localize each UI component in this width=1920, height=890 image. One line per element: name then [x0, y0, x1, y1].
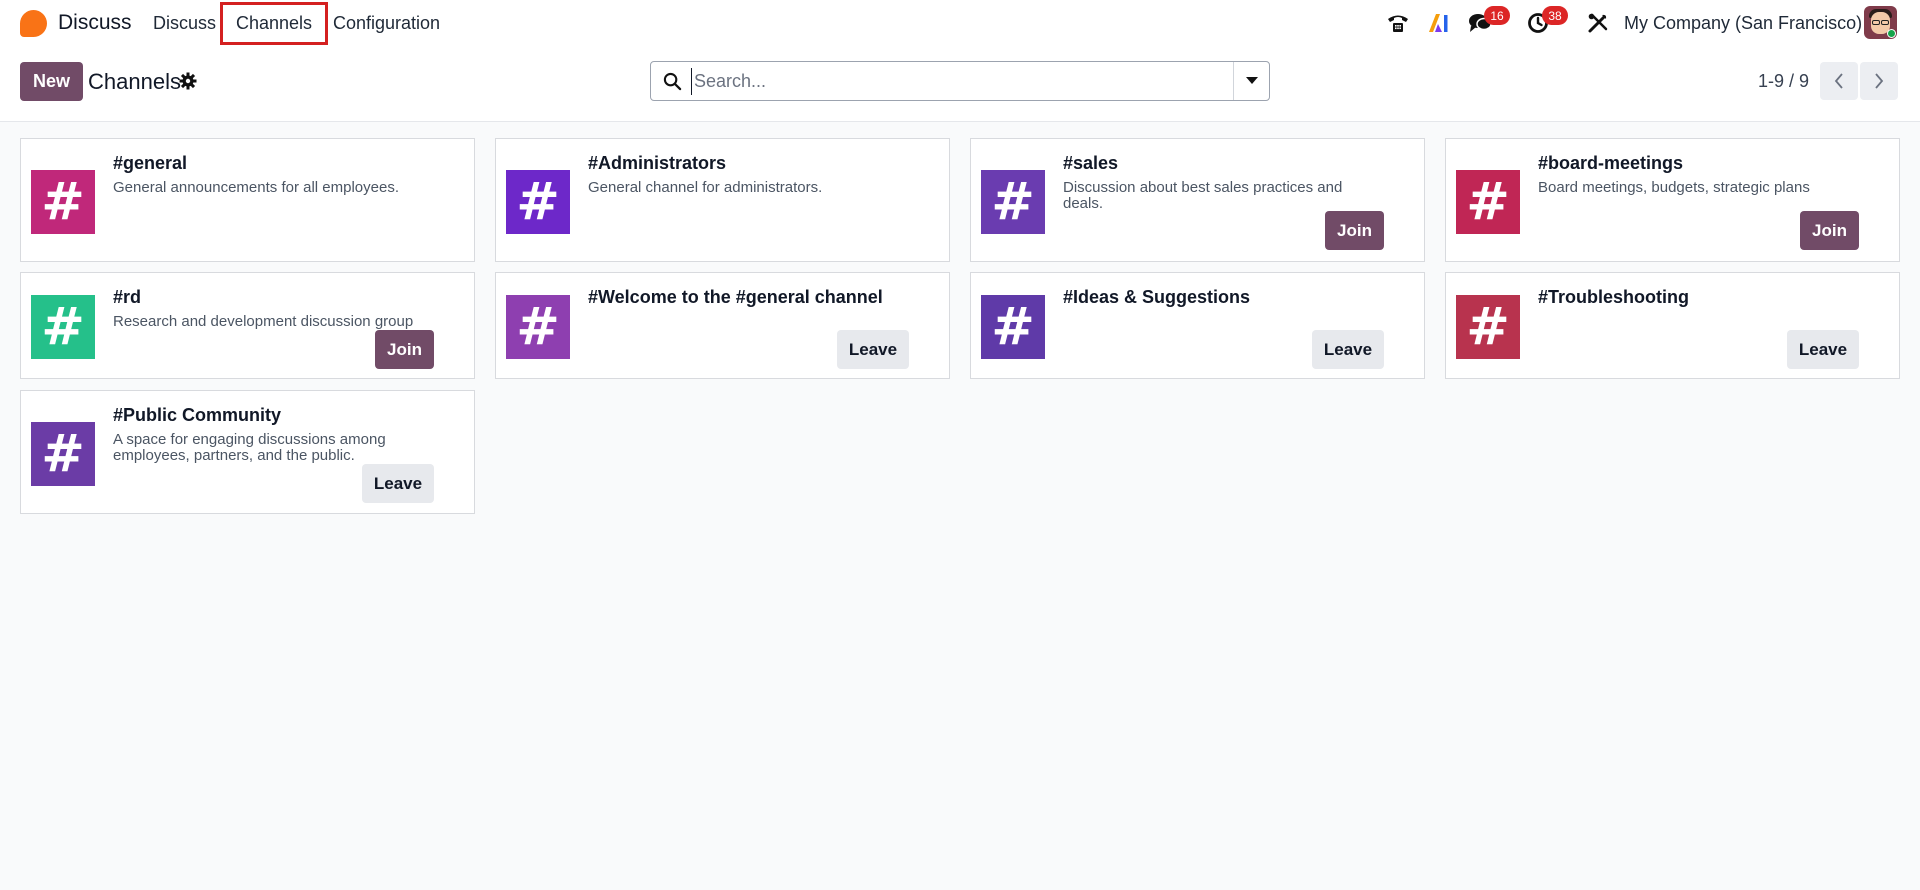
search-input[interactable] — [691, 68, 1191, 95]
leave-button[interactable]: Leave — [1787, 330, 1859, 369]
channel-card[interactable]: # #Welcome to the #general channel Leave — [495, 272, 950, 379]
hashtag-icon: # — [1456, 295, 1520, 359]
control-panel: New Channels 1-9 / 9 — [0, 45, 1920, 122]
join-button[interactable]: Join — [375, 330, 434, 369]
hashtag-icon: # — [31, 422, 95, 486]
join-button[interactable]: Join — [1325, 211, 1384, 250]
channel-name: #rd — [113, 287, 142, 307]
channel-description: Research and development discussion grou… — [113, 313, 414, 330]
search-box — [650, 61, 1270, 101]
company-switcher[interactable]: My Company (San Francisco) — [1624, 13, 1862, 34]
leave-button[interactable]: Leave — [837, 330, 909, 369]
search-options-toggle[interactable] — [1233, 62, 1269, 100]
channel-card[interactable]: # #board-meetings Board meetings, budget… — [1445, 138, 1900, 262]
gear-icon[interactable] — [179, 72, 197, 90]
channel-card[interactable]: # #Troubleshooting Leave — [1445, 272, 1900, 379]
channel-name: #sales — [1063, 153, 1119, 173]
hashtag-icon: # — [506, 295, 570, 359]
menu-item-discuss[interactable]: Discuss — [153, 13, 216, 34]
channel-card[interactable]: # #sales Discussion about best sales pra… — [970, 138, 1425, 262]
new-button[interactable]: New — [20, 62, 83, 101]
pager-next-button[interactable] — [1860, 62, 1898, 100]
user-avatar[interactable] — [1864, 6, 1897, 39]
leave-button[interactable]: Leave — [362, 464, 434, 503]
app-name[interactable]: Discuss — [58, 11, 132, 35]
pager-value[interactable]: 1-9 / 9 — [1758, 71, 1809, 92]
ai-icon[interactable] — [1425, 9, 1453, 37]
channel-card[interactable]: # #general General announcements for all… — [20, 138, 475, 262]
channel-description: A space for engaging discussions among e… — [113, 431, 386, 464]
chevron-right-icon — [1875, 73, 1884, 89]
tools-icon[interactable] — [1584, 9, 1612, 37]
channel-description: General announcements for all employees. — [113, 179, 399, 196]
menu-item-channels[interactable]: Channels — [236, 13, 312, 34]
hashtag-icon: # — [981, 295, 1045, 359]
page-title: Channels — [88, 69, 181, 94]
hashtag-icon: # — [31, 170, 95, 234]
hashtag-icon: # — [981, 170, 1045, 234]
channel-card[interactable]: # #Administrators General channel for ad… — [495, 138, 950, 262]
online-status-icon — [1887, 29, 1896, 38]
channel-description: General channel for administrators. — [588, 179, 823, 196]
channel-description: Board meetings, budgets, strategic plans — [1538, 179, 1810, 196]
channel-name: #Public Community — [113, 405, 282, 425]
menu-item-configuration[interactable]: Configuration — [333, 13, 440, 34]
pager-previous-button[interactable] — [1820, 62, 1858, 100]
channel-name: #Administrators — [588, 153, 727, 173]
caret-down-icon — [1245, 77, 1258, 84]
channel-name: #Welcome to the #general channel — [588, 287, 883, 307]
channel-name: #general — [113, 153, 188, 173]
odoo-logo-icon[interactable] — [20, 10, 47, 37]
hashtag-icon: # — [1456, 170, 1520, 234]
activities-badge: 38 — [1542, 6, 1568, 25]
channel-card[interactable]: # #Public Community A space for engaging… — [20, 390, 475, 514]
hashtag-icon: # — [506, 170, 570, 234]
channel-name: #Troubleshooting — [1538, 287, 1689, 307]
hashtag-icon: # — [31, 295, 95, 359]
top-navbar: Discuss Discuss Channels Configuration 1… — [0, 0, 1920, 45]
leave-button[interactable]: Leave — [1312, 330, 1384, 369]
channel-name: #board-meetings — [1538, 153, 1684, 173]
channel-card[interactable]: # #rd Research and development discussio… — [20, 272, 475, 379]
channel-description: Discussion about best sales practices an… — [1063, 179, 1343, 212]
channel-name: #Ideas & Suggestions — [1063, 287, 1251, 307]
messages-badge: 16 — [1484, 6, 1510, 25]
join-button[interactable]: Join — [1800, 211, 1859, 250]
chevron-left-icon — [1834, 73, 1843, 89]
channel-card[interactable]: # #Ideas & Suggestions Leave — [970, 272, 1425, 379]
search-icon — [663, 72, 682, 91]
phone-icon[interactable] — [1384, 9, 1412, 37]
